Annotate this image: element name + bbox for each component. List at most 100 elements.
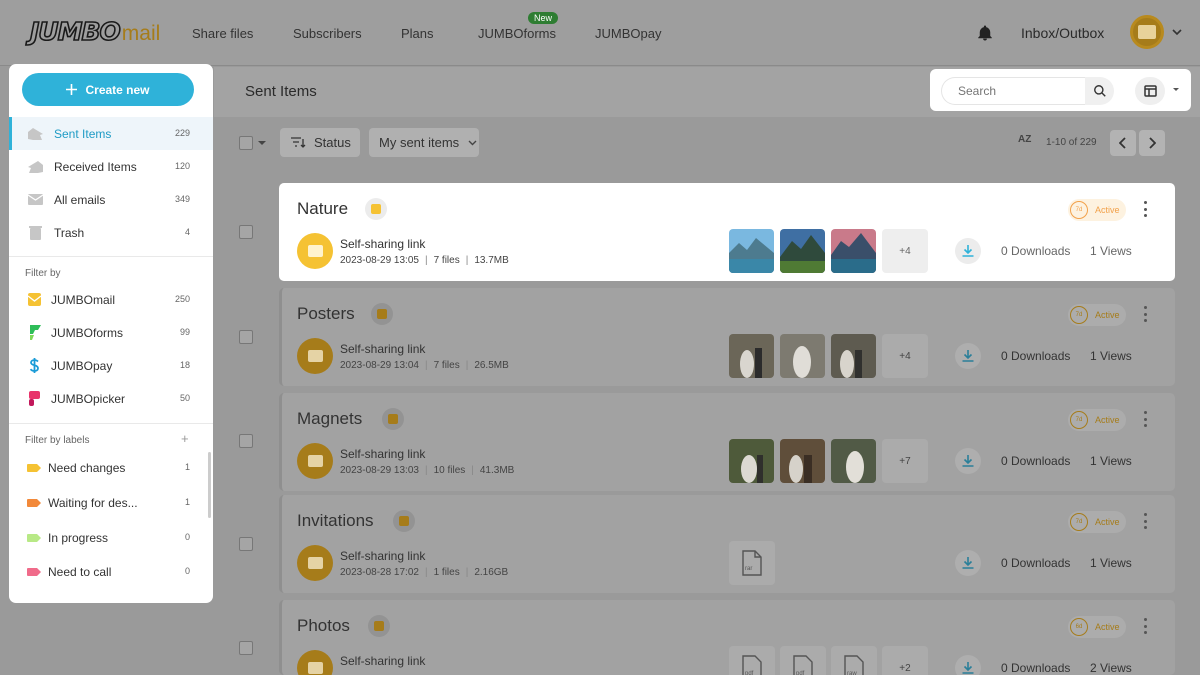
sidebar-label-text: Waiting for des... [48, 496, 138, 510]
sidebar-label-waiting[interactable]: Waiting for des... 1 [9, 486, 213, 520]
user-avatar[interactable] [1130, 15, 1164, 49]
sidebar-label-need-changes[interactable]: Need changes 1 [9, 451, 213, 485]
file-thumbnail-raw[interactable]: raw [831, 646, 877, 675]
item-views: 2 Views [1090, 661, 1132, 675]
nav-link-subscribers[interactable]: Subscribers [293, 26, 362, 41]
thumbnail-wedding-photo[interactable] [831, 439, 876, 483]
sent-item-card[interactable]: Invitations Self-sharing link 2023-08-28… [279, 495, 1175, 593]
chevron-down-icon[interactable] [1172, 28, 1182, 36]
sent-item-card[interactable]: Magnets Self-sharing link 2023-08-29 13:… [279, 393, 1175, 491]
thumbnail-wedding-photo[interactable] [780, 439, 825, 483]
next-page-button[interactable] [1139, 130, 1165, 156]
download-button[interactable] [955, 343, 981, 369]
file-thumbnail-pdf[interactable]: pdf [780, 646, 826, 675]
row-checkbox[interactable] [239, 225, 253, 239]
expiry-ring: 7d [1070, 411, 1088, 429]
file-thumbnail-rar[interactable]: rar [729, 541, 775, 585]
thumbnail-wedding-photo[interactable] [831, 334, 876, 378]
row-checkbox[interactable] [239, 434, 253, 448]
status-filter-button[interactable]: Status [280, 128, 360, 157]
item-downloads: 0 Downloads [1001, 244, 1071, 258]
row-checkbox[interactable] [239, 537, 253, 551]
download-button[interactable] [955, 655, 981, 675]
view-caret-icon[interactable] [1172, 87, 1180, 93]
bell-icon[interactable] [976, 24, 994, 42]
thumbnail-wedding-photo[interactable] [780, 334, 825, 378]
item-app-tag[interactable] [365, 198, 387, 220]
more-options-icon[interactable] [1140, 618, 1150, 634]
more-options-icon[interactable] [1140, 513, 1150, 529]
item-app-tag[interactable] [371, 303, 393, 325]
sidebar-item-sent-items[interactable]: Sent Items 229 [9, 117, 213, 150]
item-app-tag[interactable] [393, 510, 415, 532]
view-mode-button[interactable] [1135, 77, 1165, 105]
thumbnail-wedding-photo[interactable] [729, 334, 774, 378]
sidebar-item-received-items[interactable]: Received Items 120 [9, 150, 213, 183]
plus-icon [66, 84, 78, 95]
more-options-icon[interactable] [1140, 201, 1150, 217]
jumbomail-logo[interactable]: JUMBO mail [29, 16, 160, 47]
item-views: 1 Views [1090, 454, 1132, 468]
status-text: Active [1095, 310, 1120, 320]
item-views: 1 Views [1090, 244, 1132, 258]
item-link-type: Self-sharing link [340, 549, 426, 563]
status-text: Active [1095, 622, 1120, 632]
item-app-tag[interactable] [382, 408, 404, 430]
select-all-checkbox[interactable] [239, 136, 253, 150]
nav-link-share-files[interactable]: Share files [192, 26, 253, 41]
sidebar-item-jumboforms[interactable]: JUMBOforms 99 [9, 316, 213, 349]
thumbnail-peaks[interactable] [831, 229, 876, 273]
received-icon [28, 161, 43, 173]
sidebar-label-need-to-call[interactable]: Need to call 0 [9, 555, 213, 589]
row-checkbox[interactable] [239, 641, 253, 655]
sidebar-item-label: Received Items [54, 160, 137, 174]
item-file-count: 7 files [433, 255, 460, 266]
search-button[interactable] [1085, 77, 1114, 105]
file-thumbnail-pdf[interactable]: pdf [729, 646, 775, 675]
sidebar-item-trash[interactable]: Trash 4 [9, 216, 213, 249]
thumbnail-wedding-photo[interactable] [729, 439, 774, 483]
nav-link-jumboforms[interactable]: JUMBOforms [478, 26, 556, 41]
expiry-ring: 6d [1070, 618, 1088, 636]
more-files-button[interactable]: +4 [882, 334, 928, 378]
status-text: Active [1095, 205, 1120, 215]
nav-link-jumbopay[interactable]: JUMBOpay [595, 26, 661, 41]
more-files-button[interactable]: +2 [882, 646, 928, 675]
thumbnail-mountains[interactable] [780, 229, 825, 273]
item-title: Posters [297, 304, 355, 323]
sent-item-card[interactable]: Posters Self-sharing link 2023-08-29 13:… [279, 288, 1175, 386]
download-button[interactable] [955, 448, 981, 474]
more-options-icon[interactable] [1140, 306, 1150, 322]
search-input[interactable] [941, 77, 1086, 105]
item-app-tag[interactable] [368, 615, 390, 637]
sidebar-item-jumbomail[interactable]: JUMBOmail 250 [9, 283, 213, 316]
chevron-down-icon [468, 140, 477, 145]
add-label-button[interactable]: + [181, 431, 189, 446]
my-sent-items-dropdown[interactable]: My sent items [369, 128, 479, 157]
select-caret-icon[interactable] [258, 141, 266, 146]
sidebar-item-label: JUMBOmail [51, 293, 116, 307]
sent-item-card[interactable]: Photos Self-sharing link pdf pdf raw +2 … [279, 600, 1175, 675]
row-checkbox[interactable] [239, 330, 253, 344]
download-button[interactable] [955, 550, 981, 576]
inbox-outbox-link[interactable]: Inbox/Outbox [1021, 25, 1104, 41]
sidebar-item-jumbopicker[interactable]: JUMBOpicker 50 [9, 382, 213, 415]
sidebar-label-in-progress[interactable]: In progress 0 [9, 521, 213, 555]
prev-page-button[interactable] [1110, 130, 1136, 156]
sort-az-icon[interactable]: AZ [1018, 134, 1031, 145]
more-options-icon[interactable] [1140, 411, 1150, 427]
create-new-button[interactable]: Create new [22, 73, 194, 106]
sidebar-item-count: 4 [184, 227, 190, 237]
more-files-button[interactable]: +4 [882, 229, 928, 273]
download-button[interactable] [955, 238, 981, 264]
more-files-button[interactable]: +7 [882, 439, 928, 483]
sent-item-card[interactable]: Nature Self-sharing link 2023-08-29 13:0… [279, 183, 1175, 281]
sidebar-item-label: JUMBOpicker [51, 392, 126, 406]
item-meta: 2023-08-29 13:03 | 10 files | 41.3MB [340, 465, 515, 476]
nav-link-plans[interactable]: Plans [401, 26, 434, 41]
sidebar-scrollbar[interactable] [208, 452, 211, 518]
sidebar-item-all-emails[interactable]: All emails 349 [9, 183, 213, 216]
sidebar-item-jumbopay[interactable]: JUMBOpay 18 [9, 349, 213, 382]
download-icon [962, 557, 974, 569]
thumbnail-lake[interactable] [729, 229, 774, 273]
